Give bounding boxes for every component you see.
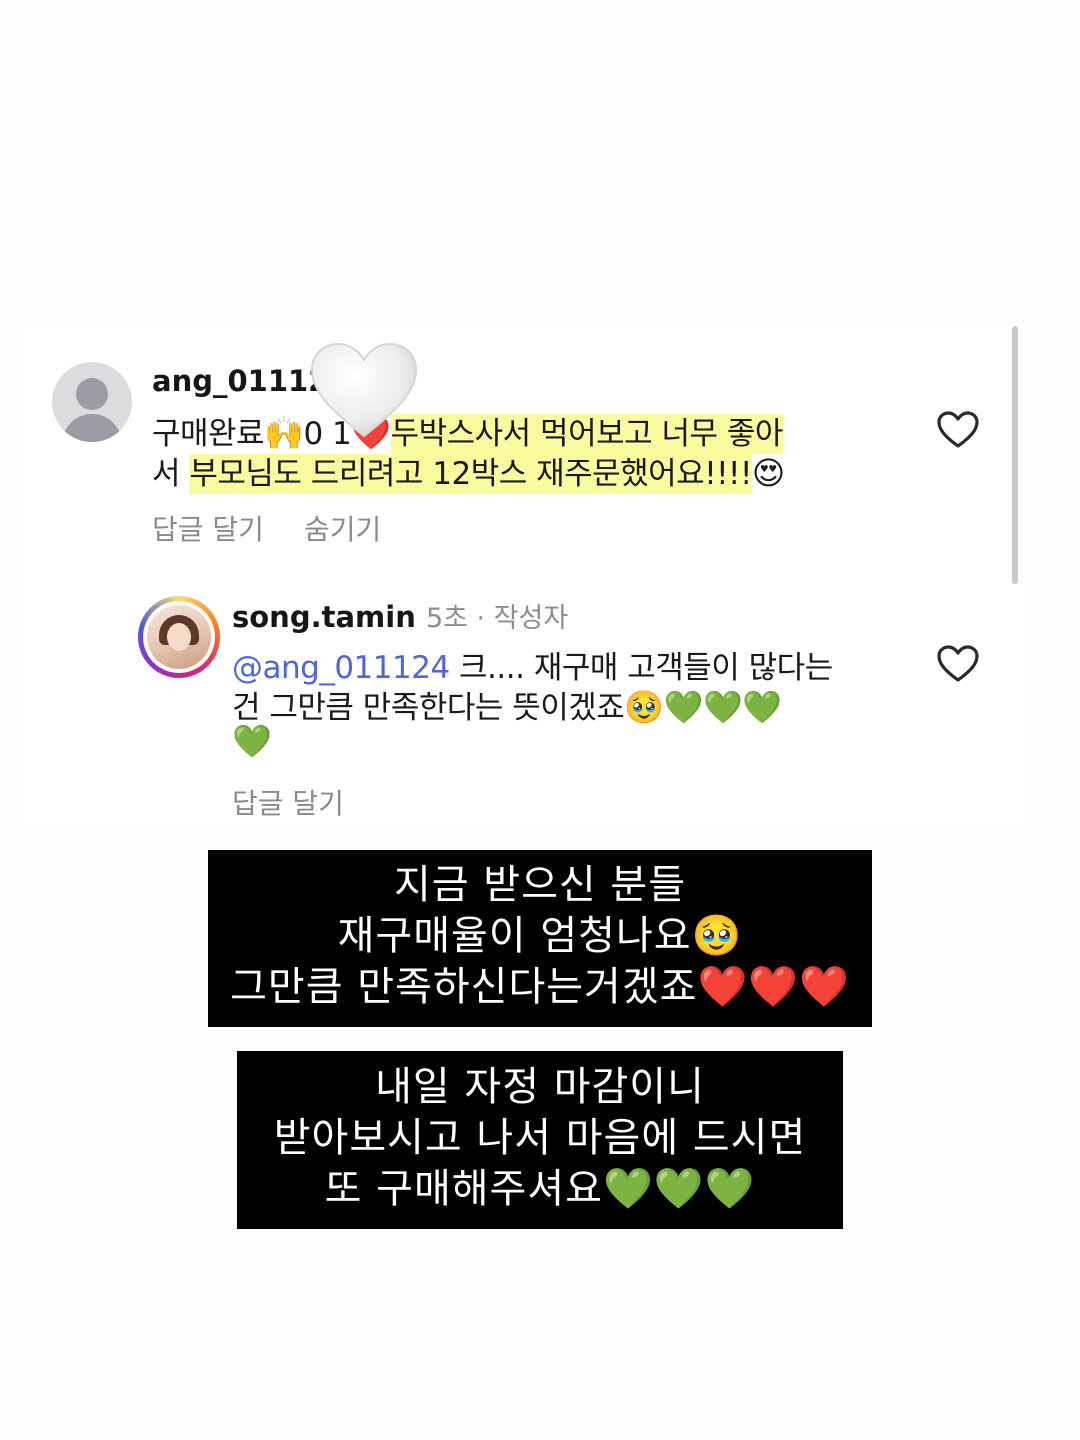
- reply-username[interactable]: song.tamin: [232, 600, 416, 634]
- comment-text-plain: 구매완료: [152, 416, 265, 452]
- avatar-default[interactable]: [52, 362, 132, 442]
- heart-outline-icon[interactable]: [936, 410, 980, 450]
- comments-panel: [24, 326, 1028, 826]
- caption-2-row-3-text: 또 구매해주셔요: [324, 1166, 603, 1212]
- pleading-face-emoji: 🥹: [691, 913, 743, 959]
- reply-text: 건 그만큼 만족한다는 뜻이겠죠: [232, 690, 625, 726]
- caption-2-row-1: 내일 자정 마감이니: [375, 1064, 705, 1110]
- caption-1-row-2: 재구매율이 엄청나요🥹: [208, 911, 872, 962]
- reply-text-line-2: 건 그만큼 만족한다는 뜻이겠죠🥹💚💚💚: [232, 682, 782, 727]
- avatar-body-shape: [62, 414, 122, 442]
- avatar-head-shape: [76, 378, 108, 410]
- caption-2-row-3: 또 구매해주셔요💚💚💚: [237, 1164, 843, 1215]
- avatar-story-ring[interactable]: [138, 596, 220, 678]
- avatar-face-shape: [167, 623, 191, 651]
- avatar-photo: [147, 605, 211, 669]
- comment-text-line-2: 서 부모님도 드리려고 12박스 재주문했어요!!!!😍: [152, 448, 785, 494]
- comment-text-highlight-2: 부모님도 드리려고 12박스 재주문했어요!!!!: [189, 454, 752, 494]
- pleading-and-green-hearts-emoji: 🥹💚💚💚: [624, 688, 782, 726]
- caption-1-row-3: 그만큼 만족하신다는거겠죠❤️❤️❤️: [208, 962, 872, 1013]
- reply-meta: 5초 · 작성자: [425, 603, 569, 634]
- white-heart-icon: [310, 342, 418, 438]
- reply-text-line-1: @ang_011124 크.... 재구매 고객들이 많다는: [232, 642, 833, 687]
- scrollbar[interactable]: [1012, 326, 1018, 584]
- caption-1-row-3-text: 그만큼 만족하신다는거겠죠: [230, 964, 698, 1010]
- reply-text-rest: 크.... 재구매 고객들이 많다는: [449, 650, 833, 686]
- raising-hands-emoji: 🙌: [264, 414, 304, 452]
- reply-button[interactable]: 답글 달기: [152, 508, 264, 548]
- heart-outline-icon[interactable]: [936, 644, 980, 684]
- caption-1-row-2-text: 재구매율이 엄청나요: [337, 913, 692, 959]
- heart-eyes-emoji: 😍: [751, 454, 785, 492]
- comment-username[interactable]: ang_01112: [152, 364, 328, 398]
- red-hearts-emoji: ❤️❤️❤️: [697, 964, 850, 1010]
- caption-2-row-2: 받아보시고 나서 마음에 드시면: [273, 1115, 807, 1161]
- reply-text-line-3: 💚: [232, 722, 272, 760]
- comment-text-start: 서: [152, 456, 190, 492]
- reply-author-line: song.tamin 5초 · 작성자: [232, 596, 568, 635]
- caption-box-2: 내일 자정 마감이니 받아보시고 나서 마음에 드시면 또 구매해주셔요💚💚💚: [237, 1051, 843, 1229]
- comment-text-line-1: 구매완료🙌0 1❤️두박스사서 먹어보고 너무 좋아: [152, 408, 783, 454]
- hide-button[interactable]: 숨기기: [304, 508, 381, 548]
- green-heart-emoji: 💚: [232, 722, 272, 760]
- reply-button-2[interactable]: 답글 달기: [232, 782, 344, 822]
- mention-link[interactable]: @ang_011124: [232, 650, 450, 686]
- caption-box-1: 지금 받으신 분들 재구매율이 엄청나요🥹 그만큼 만족하신다는거겠죠❤️❤️❤…: [208, 850, 872, 1027]
- caption-1-row-1: 지금 받으신 분들: [393, 862, 687, 908]
- green-hearts-emoji: 💚💚💚: [602, 1166, 756, 1212]
